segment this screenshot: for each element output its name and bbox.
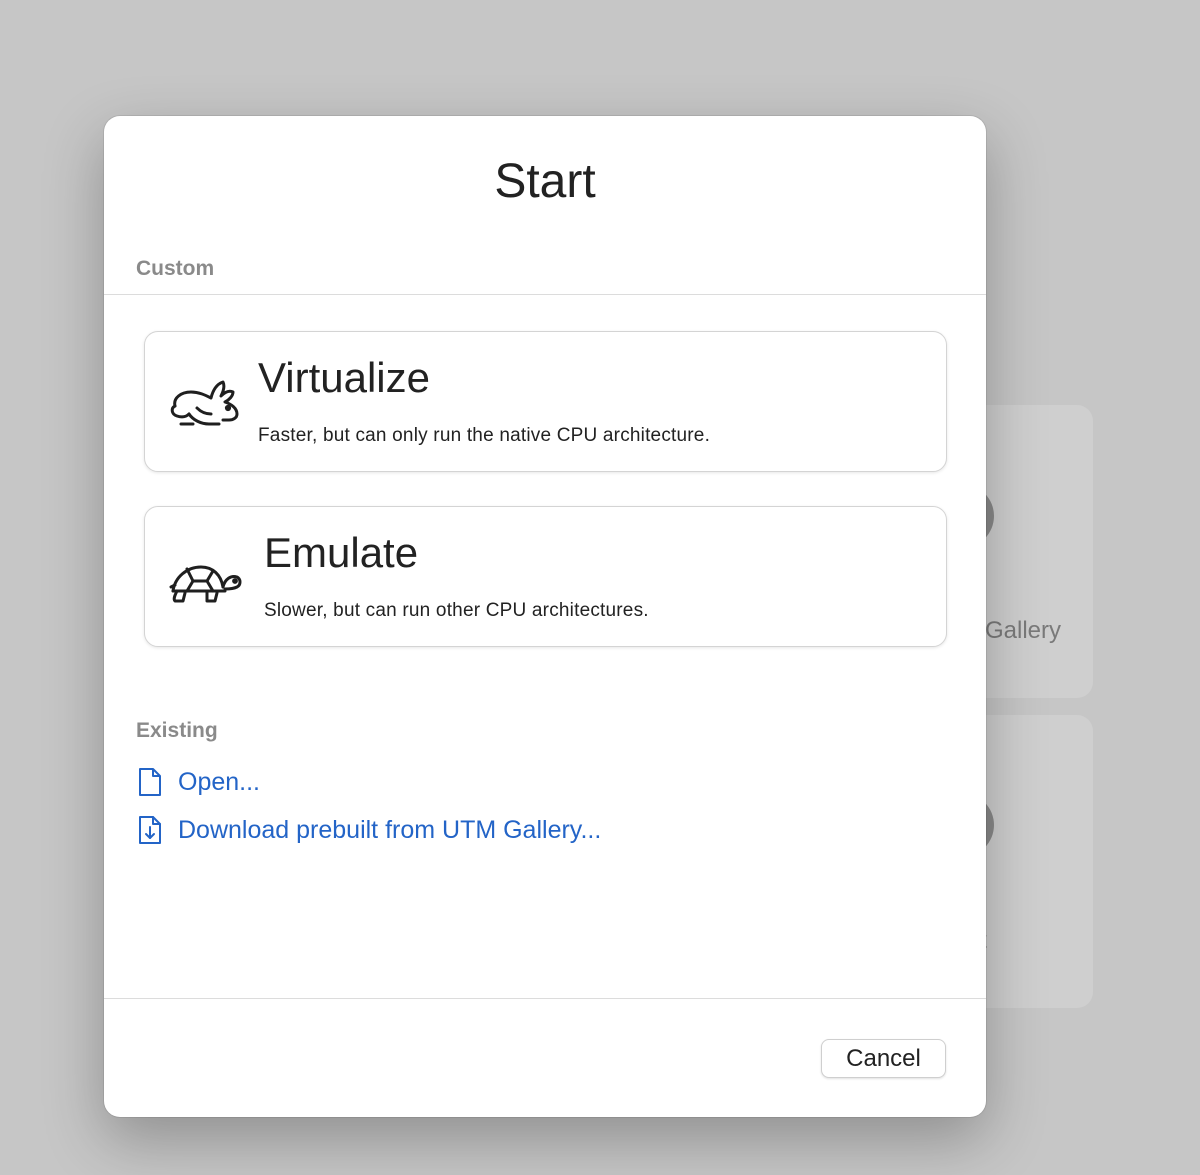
emulate-option-button[interactable]: Emulate Slower, but can run other CPU ar…	[144, 506, 947, 647]
download-gallery-link-label: Download prebuilt from UTM Gallery...	[178, 815, 602, 844]
start-dialog: Start Custom Virtualize Faster, but can …	[104, 116, 986, 1117]
emulate-title: Emulate	[264, 529, 419, 576]
divider	[104, 294, 986, 295]
hare-icon	[170, 380, 239, 426]
virtualize-option-button[interactable]: Virtualize Faster, but can only run the …	[144, 331, 947, 472]
cancel-button[interactable]: Cancel	[821, 1039, 946, 1078]
download-gallery-link[interactable]: Download prebuilt from UTM Gallery...	[136, 812, 601, 848]
open-link-label: Open...	[178, 767, 260, 796]
existing-section-label: Existing	[136, 719, 218, 742]
virtualize-description: Faster, but can only run the native CPU …	[258, 425, 711, 446]
custom-section-label: Custom	[136, 257, 215, 280]
tortoise-icon	[169, 565, 242, 603]
open-link[interactable]: Open...	[136, 764, 260, 800]
divider	[104, 998, 986, 999]
background-card-label: Gallery	[985, 617, 1062, 644]
emulate-description: Slower, but can run other CPU architectu…	[264, 600, 649, 621]
dialog-title: Start	[494, 155, 596, 208]
document-download-icon	[139, 816, 161, 844]
document-icon	[139, 768, 161, 796]
virtualize-title: Virtualize	[258, 354, 430, 401]
